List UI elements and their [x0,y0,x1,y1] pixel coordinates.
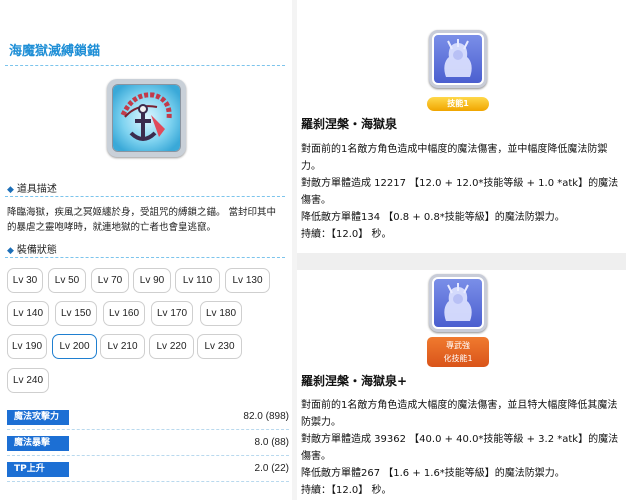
skill-line: 對敵方單體造成 12217 【12.0 + 12.0*技能等級 + 1.0 *a… [301,178,619,206]
skill-line: 持續：【12.0】 秒。 [301,485,392,496]
level-button[interactable]: Lv 240 [7,368,49,393]
level-button[interactable]: Lv 160 [103,301,145,326]
status-divider [5,257,285,258]
stat-row: 魔法暴擊 8.0 (88) [7,436,289,456]
level-button[interactable]: Lv 210 [100,334,145,359]
stat-value: 2.0 (22) [254,463,289,474]
stat-label: TP上升 [7,462,69,477]
ghost-silhouette-icon [429,274,487,332]
stat-row: TP上升 2.0 (22) [7,462,289,482]
skill-description: 對面前的1名敵方角色造成大幅度的魔法傷害，並且特大幅度降低其魔法防禦力。 對敵方… [301,397,619,499]
level-button[interactable]: Lv 110 [175,268,220,293]
item-description: 降臨海獄，疾風之冥姬纏於身，受詛咒的縛鎖之錨。 當封印其中的暴虐之靈咆哮時，就連… [7,207,277,233]
item-icon-frame [107,79,186,157]
skill-badge: 專武強 化技能1 [427,337,489,367]
status-heading: ◆ 裝備狀態 [7,245,57,256]
stat-label: 魔法攻擊力 [7,410,69,425]
stat-row: 魔法攻擊力 82.0 (898) [7,410,289,430]
stat-value: 82.0 (898) [243,411,289,422]
stat-divider [7,481,289,482]
skill-line: 對面前的1名敵方角色造成大幅度的魔法傷害，並且特大幅度降低其魔法防禦力。 [301,400,618,428]
title-divider [5,65,285,66]
level-button[interactable]: Lv 180 [200,301,242,326]
skill-separator [297,253,626,270]
level-button[interactable]: Lv 140 [7,301,49,326]
level-button[interactable]: Lv 90 [133,268,171,293]
diamond-icon: ◆ [7,185,14,195]
diamond-icon: ◆ [7,246,14,256]
level-button[interactable]: Lv 170 [151,301,193,326]
ghost-silhouette-icon [429,30,487,88]
skill-badge: 技能1 [427,97,489,111]
skill-line: 對敵方單體造成 39362 【40.0 + 40.0*技能等級 + 3.2 *a… [301,434,619,462]
level-button[interactable]: Lv 230 [197,334,242,359]
chain-anchor-icon [112,84,181,152]
skill-line: 持續：【12.0】 秒。 [301,229,392,240]
level-button[interactable]: Lv 220 [149,334,194,359]
skill-line: 降低敵方單體267 【1.6 + 1.6*技能等級】的魔法防禦力。 [301,468,565,479]
level-button[interactable]: Lv 30 [7,268,43,293]
skill-name: 羅刹涅槃・海獄泉 [301,117,398,131]
level-button[interactable]: Lv 50 [48,268,86,293]
desc-heading: ◆ 道具描述 [7,184,57,195]
level-button[interactable]: Lv 150 [55,301,97,326]
skill-name: 羅刹涅槃・海獄泉+ [301,374,408,388]
stat-divider [7,455,289,456]
skill-line: 對面前的1名敵方角色造成中幅度的魔法傷害，並中幅度降低魔法防禦力。 [301,144,608,172]
stat-label: 魔法暴擊 [7,436,69,451]
level-button[interactable]: Lv 200 [52,334,97,359]
level-button[interactable]: Lv 190 [7,334,47,359]
skill-line: 降低敵方單體134 【0.8 + 0.8*技能等級】的魔法防禦力。 [301,212,565,223]
stat-value: 8.0 (88) [254,437,289,448]
item-panel: 海魔獄滅縛鎖錨 ◆ 道具描述 降臨海獄，疾風之冥姬纏於身，受詛咒的縛鎖之錨。 當… [0,0,290,500]
desc-divider [5,196,285,197]
item-title: 海魔獄滅縛鎖錨 [9,44,101,59]
level-button[interactable]: Lv 70 [91,268,129,293]
stat-divider [7,429,289,430]
skill-description: 對面前的1名敵方角色造成中幅度的魔法傷害，並中幅度降低魔法防禦力。 對敵方單體造… [301,141,619,243]
level-button[interactable]: Lv 130 [225,268,270,293]
